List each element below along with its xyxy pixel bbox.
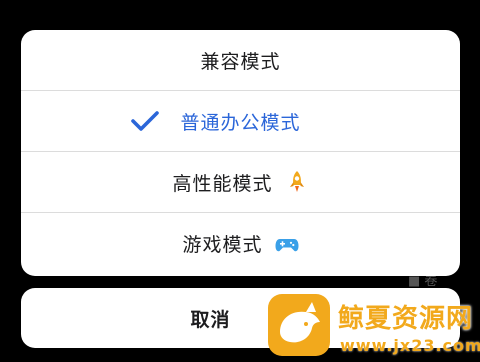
action-sheet: 兼容模式 普通办公模式 高性能模式 游戏模式 <box>21 30 460 276</box>
option-office-mode[interactable]: 普通办公模式 <box>21 91 460 152</box>
watermark: 鲸夏资源网 www.jx23.com <box>266 292 480 362</box>
gamepad-icon <box>275 238 298 251</box>
option-performance-mode[interactable]: 高性能模式 <box>21 152 460 213</box>
watermark-title: 鲸夏资源网 <box>338 304 474 334</box>
option-label: 普通办公模式 <box>180 111 301 134</box>
whale-logo-icon <box>268 294 330 356</box>
checkmark-icon <box>131 111 159 131</box>
option-game-mode[interactable]: 游戏模式 <box>21 213 460 274</box>
cancel-label: 取消 <box>190 308 231 331</box>
option-label: 游戏模式 <box>182 234 263 256</box>
rocket-icon <box>289 171 304 192</box>
option-label: 兼容模式 <box>200 50 281 73</box>
option-compatible-mode[interactable]: 兼容模式 <box>21 30 460 91</box>
watermark-url: www.jx23.com <box>340 336 480 355</box>
mode-selection-screen: ■ 卷 兼容模式 普通办公模式 高性能模式 游戏模式 取消 鲸夏资源网 www.… <box>0 0 480 362</box>
option-label: 高性能模式 <box>172 172 273 195</box>
